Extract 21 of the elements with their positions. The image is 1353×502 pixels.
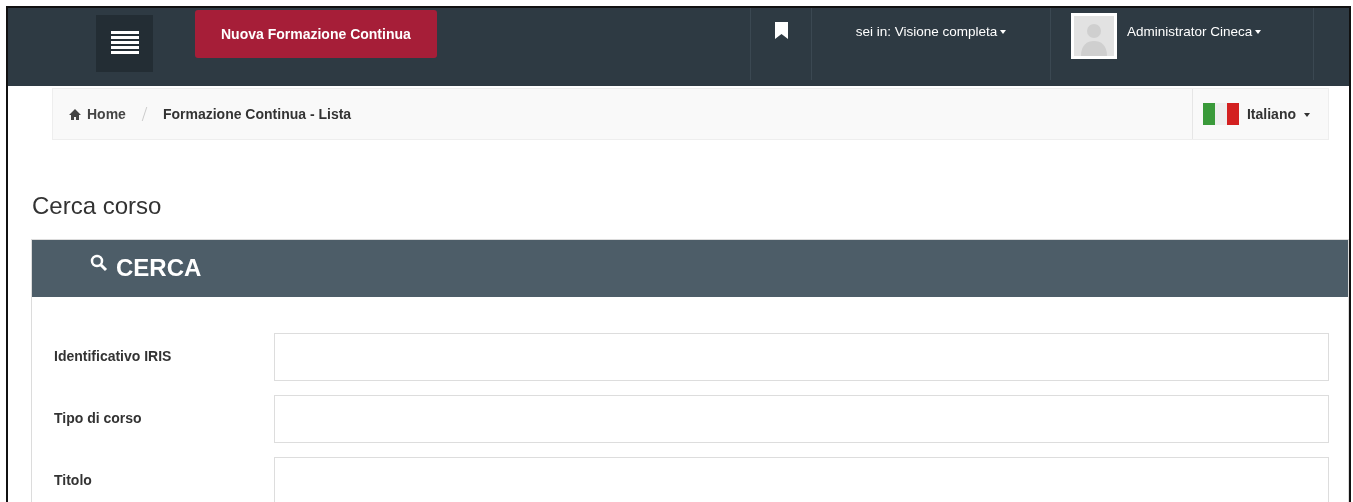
avatar-icon: [1071, 13, 1117, 59]
field-label: Titolo: [53, 471, 93, 491]
new-course-button[interactable]: Nuova Formazione Continua: [195, 10, 437, 58]
search-icon: [90, 254, 108, 273]
menu-button[interactable]: [96, 15, 153, 72]
user-dropdown[interactable]: Administrator Cineca: [1127, 22, 1262, 43]
input-field[interactable]: [274, 332, 1329, 381]
menu-icon: [110, 30, 139, 57]
breadcrumb-link[interactable]: Formazione Continua - Lista: [162, 103, 352, 125]
bookmark-icon[interactable]: [774, 22, 788, 39]
input-field[interactable]: [274, 456, 1329, 502]
context-dropdown[interactable]: sei in: Visione completa: [855, 22, 1007, 43]
italian-flag-icon: [1203, 103, 1239, 125]
field-label: Tipo di corso: [53, 409, 143, 429]
panel-title: CERCA: [116, 253, 202, 283]
page-title: Cerca corso: [32, 192, 163, 221]
field-label: Identificativo IRIS: [53, 347, 173, 367]
breadcrumb-link[interactable]: Home: [69, 103, 126, 125]
home-icon: [69, 108, 81, 120]
input-field[interactable]: [274, 394, 1329, 443]
language-dropdown[interactable]: Italiano: [1247, 103, 1310, 125]
